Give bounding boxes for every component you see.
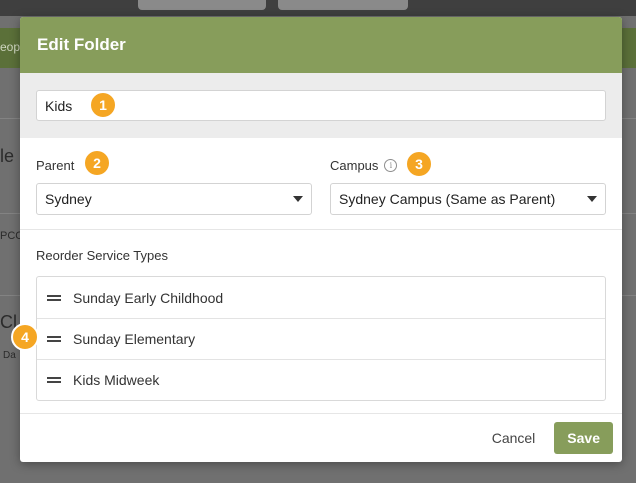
reorder-section: Reorder Service Types Sunday Early Child… bbox=[20, 230, 622, 414]
modal-title: Edit Folder bbox=[37, 35, 126, 54]
info-circle-icon[interactable]: i bbox=[384, 158, 398, 172]
drag-handle-icon[interactable] bbox=[47, 377, 61, 383]
parent-campus-row: Parent Sydney Campus i Sydney Campus (Sa… bbox=[20, 138, 622, 230]
campus-label-text: Campus bbox=[330, 157, 379, 173]
service-type-label: Sunday Early Childhood bbox=[73, 289, 224, 306]
callout-badge-2: 2 bbox=[83, 149, 111, 177]
parent-label: Parent bbox=[36, 154, 312, 176]
service-type-label: Kids Midweek bbox=[73, 372, 160, 388]
callout-badge-1: 1 bbox=[89, 91, 117, 119]
modal-footer: Cancel Save bbox=[20, 414, 622, 461]
campus-label: Campus i bbox=[330, 154, 606, 176]
campus-field: Campus i Sydney Campus (Same as Parent) bbox=[330, 154, 606, 229]
parent-select[interactable]: Sydney bbox=[36, 183, 312, 215]
campus-select[interactable]: Sydney Campus (Same as Parent) bbox=[330, 183, 606, 215]
folder-name-value: Kids bbox=[45, 97, 73, 114]
caret-down-icon bbox=[587, 196, 597, 202]
service-type-label: Sunday Elementary bbox=[73, 331, 196, 347]
campus-select-value: Sydney Campus (Same as Parent) bbox=[339, 191, 556, 207]
background-text: le bbox=[0, 146, 15, 166]
parent-select-value: Sydney bbox=[45, 191, 92, 207]
save-button[interactable]: Save bbox=[554, 421, 613, 454]
drag-handle-icon[interactable] bbox=[47, 336, 61, 342]
list-item[interactable]: Sunday Early Childhood bbox=[37, 277, 605, 318]
callout-badge-3: 3 bbox=[405, 150, 433, 178]
cancel-button[interactable]: Cancel bbox=[492, 430, 536, 446]
folder-name-input[interactable]: Kids bbox=[36, 90, 606, 121]
callout-badge-4: 4 bbox=[11, 323, 39, 351]
background-text: eop bbox=[0, 40, 21, 54]
parent-field: Parent Sydney bbox=[36, 154, 312, 229]
reorder-label: Reorder Service Types bbox=[36, 248, 168, 263]
parent-label-text: Parent bbox=[36, 157, 75, 173]
list-item[interactable]: Kids Midweek bbox=[37, 359, 605, 400]
reorder-list: Sunday Early Childhood Sunday Elementary… bbox=[36, 276, 606, 401]
caret-down-icon bbox=[293, 196, 303, 202]
background-tab bbox=[138, 0, 266, 10]
list-item[interactable]: Sunday Elementary bbox=[37, 318, 605, 359]
background-tab bbox=[278, 0, 408, 10]
modal-header: Edit Folder bbox=[20, 17, 622, 73]
edit-folder-modal: Edit Folder Kids Parent Sydney Campus i … bbox=[20, 17, 622, 462]
background-text: Da bbox=[3, 350, 16, 361]
drag-handle-icon[interactable] bbox=[47, 294, 61, 301]
